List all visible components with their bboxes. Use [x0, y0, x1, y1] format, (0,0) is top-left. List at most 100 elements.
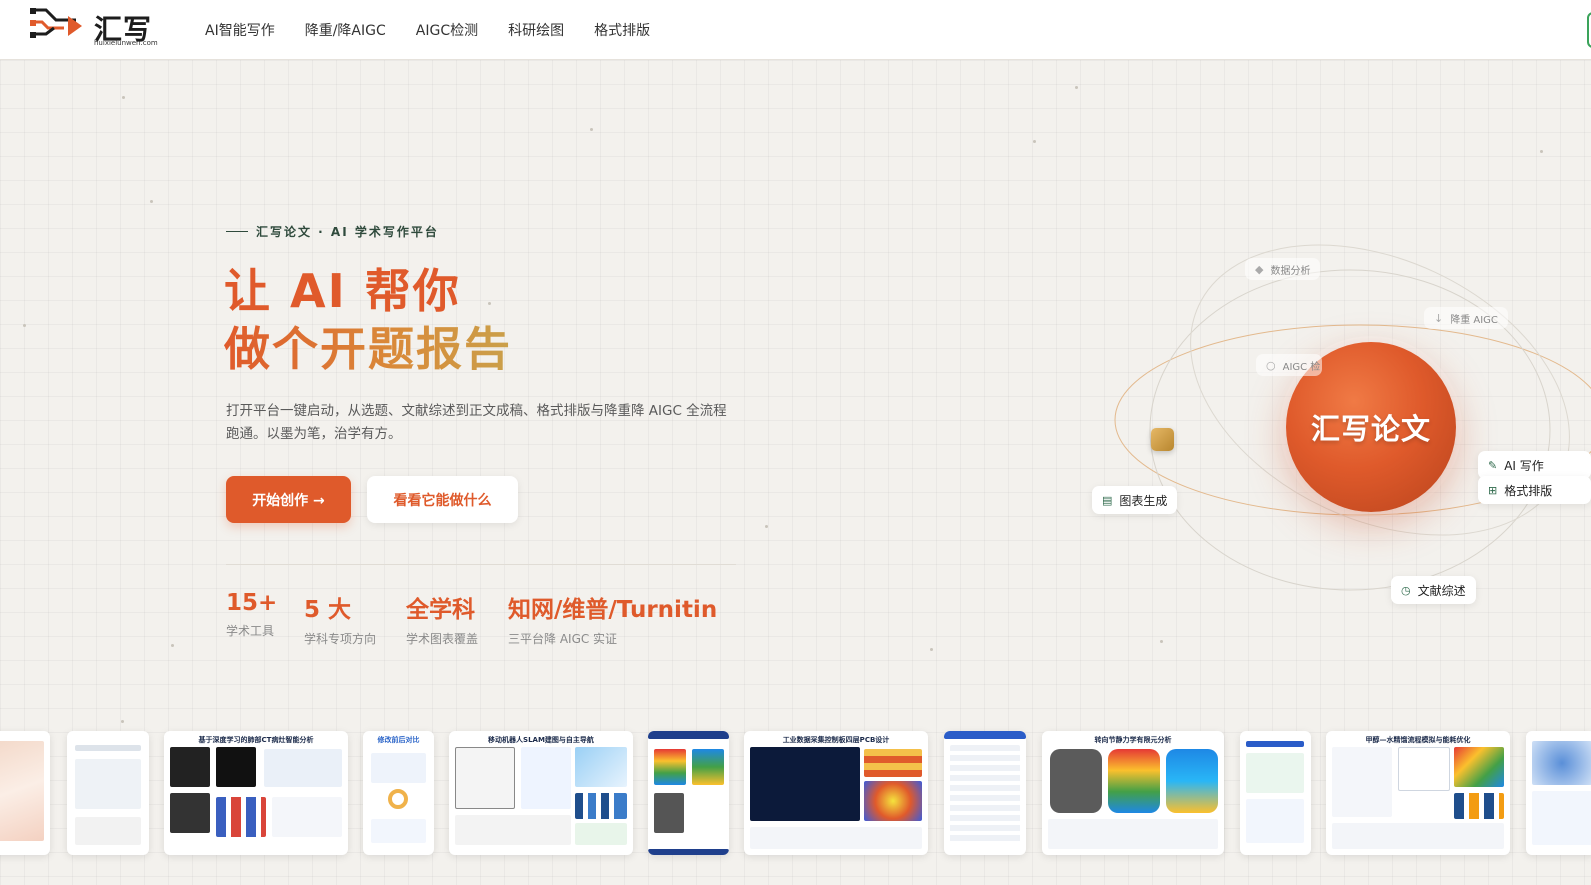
thumb-chart [272, 797, 342, 837]
grid-icon: ⊞ [1488, 483, 1498, 497]
stat-value: 5 大 [304, 597, 352, 623]
thumb-ct-mask [216, 747, 256, 787]
decor-dot [122, 96, 125, 99]
decor-dot [1075, 86, 1078, 89]
clock-icon: ◷ [1401, 583, 1411, 597]
thumb-bars [575, 793, 627, 819]
thumb-flow [1332, 747, 1392, 817]
thumb-text [371, 819, 426, 843]
thumb-heatmap [864, 781, 922, 821]
start-creating-button[interactable]: 开始创作 → [226, 476, 351, 523]
gallery-thumb[interactable] [67, 731, 149, 855]
thumb-line-chart [575, 823, 627, 845]
thumb-footer [648, 849, 729, 855]
thumb-fea [654, 749, 686, 785]
chip-aigc-detect[interactable]: ○ AIGC 检 [1256, 354, 1322, 376]
header-action-edge[interactable] [1587, 12, 1591, 48]
thumb-ct-scan [170, 747, 210, 787]
thumb-card [1246, 753, 1304, 793]
chip-label: 图表生成 [1119, 493, 1168, 508]
thumb-header [648, 731, 729, 739]
thumb-card [1246, 799, 1304, 843]
thumb-bars [1454, 793, 1504, 819]
gallery-thumb[interactable] [1240, 731, 1311, 855]
thumb-title: 修改前后对比 [377, 736, 420, 744]
thumb-line [1246, 741, 1304, 747]
stat-charts: 全学科 学术图表覆盖 [406, 590, 478, 647]
thumb-part [654, 793, 684, 833]
brand-domain: huixielunwen.com [94, 39, 158, 47]
thumb-ct-scan [170, 793, 210, 833]
thumb-title: 甲醇—水精馏流程模拟与能耗优化 [1365, 736, 1471, 744]
thumb-title: 基于深度学习的肺部CT病灶智能分析 [198, 736, 314, 744]
circle-icon: ○ [1266, 358, 1276, 372]
stat-label: 学科专项方向 [304, 632, 377, 646]
nav-item-ai-writing[interactable]: AI智能写作 [205, 20, 275, 40]
hero-title: 让 AI 帮你 做个开题报告 [224, 262, 512, 378]
brand-logo[interactable]: 汇写 huixielunwen.com [28, 6, 158, 50]
gallery-thumb-compare[interactable]: 修改前后对比 [363, 731, 434, 855]
thumb-table [950, 745, 1020, 845]
hero-description: 打开平台一键启动，从选题、文献综述到正文成稿、格式排版与降重降 AIGC 全流程… [226, 403, 727, 442]
stat-label: 三平台降 AIGC 实证 [508, 632, 618, 646]
thumb-text [1532, 791, 1591, 845]
chip-label: 数据分析 [1270, 265, 1311, 277]
nav-item-formatting[interactable]: 格式排版 [594, 20, 650, 40]
hero-title-line1: 让 AI 帮你 [224, 264, 461, 318]
stat-value: 15+ [226, 590, 278, 616]
gallery-thumb[interactable] [0, 731, 50, 855]
thumb-title: 工业数据采集控制板四层PCB设计 [782, 736, 890, 744]
thumb-line [75, 745, 141, 751]
thumb-bars [216, 797, 266, 837]
nav-item-aigc-detect[interactable]: AIGC检测 [416, 20, 478, 40]
thumb-pcb-board [750, 747, 860, 821]
thumb-diagram [75, 759, 141, 809]
gallery-thumb-fea[interactable]: 转向节静力学有限元分析 [1042, 731, 1224, 855]
gallery-thumb-ct[interactable]: 基于深度学习的肺部CT病灶智能分析 [164, 731, 348, 855]
thumb-fea [692, 749, 724, 785]
chip-label: AI 写作 [1504, 458, 1544, 473]
main-nav: AI智能写作 降重/降AIGC AIGC检测 科研绘图 格式排版 [205, 20, 680, 40]
thumb-map [455, 747, 515, 809]
gallery-thumb-process[interactable]: 甲醇—水精馏流程模拟与能耗优化 [1326, 731, 1510, 855]
thumb-table [1332, 823, 1504, 849]
thumb-donut [388, 789, 408, 809]
thumb-surface [1454, 747, 1504, 787]
thumb-table [750, 827, 922, 849]
thumb-map-image [0, 741, 44, 841]
chip-reduce-aigc[interactable]: ↓ 降重 AIGC [1424, 307, 1508, 329]
thumb-table [75, 817, 141, 845]
gallery-thumb[interactable] [944, 731, 1026, 855]
center-sphere-label: 汇写论文 [1310, 412, 1431, 446]
gallery-thumb-pcb[interactable]: 工业数据采集控制板四层PCB设计 [744, 731, 928, 855]
thumb-molecule [1532, 741, 1591, 785]
thumb-layers [864, 749, 922, 777]
orbit-gold-node [1151, 428, 1174, 451]
decor-dot [1540, 150, 1543, 153]
see-features-button[interactable]: 看看它能做什么 [367, 476, 518, 523]
chip-chart-gen[interactable]: ▤ 图表生成 [1092, 486, 1178, 514]
thumb-stress [1108, 749, 1160, 813]
gallery-thumb-slam[interactable]: 移动机器人SLAM建图与自主导航 [449, 731, 633, 855]
chip-ai-writing[interactable]: ✎ AI 写作 [1478, 451, 1591, 479]
chip-formatting[interactable]: ⊞ 格式排版 [1478, 476, 1591, 504]
diamond-icon: ◆ [1255, 262, 1264, 276]
gallery-thumb[interactable] [1526, 731, 1591, 855]
chip-label: 文献综述 [1417, 583, 1466, 598]
decor-dot [1160, 640, 1163, 643]
chip-label: 格式排版 [1504, 483, 1553, 498]
hero-eyebrow: 汇写论文 · AI 学术写作平台 [226, 223, 439, 240]
stat-label: 学术工具 [226, 624, 275, 638]
chip-data-analysis[interactable]: ◆ 数据分析 [1245, 258, 1321, 280]
thumb-part [1050, 749, 1102, 813]
top-header: 汇写 huixielunwen.com AI智能写作 降重/降AIGC AIGC… [0, 0, 1591, 60]
hero-title-line2: 做个开题报告 [224, 322, 512, 376]
nav-item-reduce[interactable]: 降重/降AIGC [305, 20, 386, 40]
decor-dot [1033, 140, 1036, 143]
eyebrow-text: 汇写论文 · AI 学术写作平台 [256, 225, 439, 239]
gallery-thumb[interactable] [648, 731, 729, 855]
nav-item-research-drawing[interactable]: 科研绘图 [508, 20, 564, 40]
chip-literature[interactable]: ◷ 文献综述 [1391, 576, 1476, 604]
thumb-diagram [521, 747, 571, 809]
sample-gallery: 基于深度学习的肺部CT病灶智能分析 修改前后对比 移动机器人SLAM建图与自主导… [0, 731, 1591, 856]
